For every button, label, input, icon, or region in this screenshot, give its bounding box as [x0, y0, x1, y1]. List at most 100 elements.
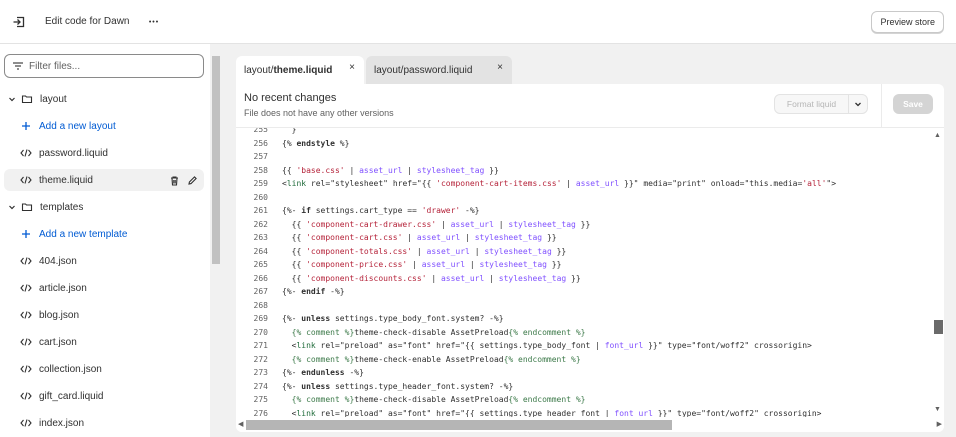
code-text: {%- endif -%} — [282, 287, 345, 297]
line-number: 271 — [253, 341, 268, 351]
line-number: 266 — [253, 273, 268, 283]
chevron-down-icon[interactable] — [7, 95, 17, 103]
file-item[interactable]: theme.liquid — [4, 169, 204, 191]
pencil-icon[interactable] — [187, 175, 198, 186]
code-icon — [18, 175, 34, 185]
add-file-link[interactable]: Add a new layout — [4, 115, 204, 137]
code-line[interactable]: 275 {% comment %}theme-check-disable Ass… — [236, 393, 932, 407]
close-icon[interactable]: × — [497, 62, 503, 73]
code-line[interactable]: 273 {%- endunless -%} — [236, 366, 932, 380]
code-line[interactable]: 256 {% endstyle %} — [236, 137, 932, 151]
scroll-right-icon[interactable]: ▶ — [937, 420, 942, 428]
line-number: 264 — [253, 246, 268, 256]
close-icon[interactable]: × — [349, 62, 355, 73]
file-item[interactable]: 404.json — [4, 250, 204, 272]
exit-button[interactable] — [8, 11, 30, 33]
preview-store-button[interactable]: Preview store — [871, 11, 944, 33]
tree-item-label: Add a new template — [39, 228, 128, 240]
chevron-down-icon[interactable] — [7, 203, 17, 211]
format-liquid-split-button[interactable]: Format liquid — [774, 94, 868, 114]
code-text: {%- unless settings.type_header_font.sys… — [282, 381, 514, 391]
filter-input[interactable] — [29, 60, 189, 72]
file-item[interactable]: collection.json — [4, 358, 204, 380]
horizontal-scroll-thumb[interactable] — [246, 420, 672, 430]
code-line[interactable]: 257 — [236, 150, 932, 164]
code-text: <link rel="stylesheet" href="{{ 'compone… — [282, 179, 837, 189]
line-number: 268 — [253, 300, 268, 310]
code-line[interactable]: 274 {%- unless settings.type_header_font.… — [236, 380, 932, 394]
add-file-link[interactable]: Add a new template — [4, 223, 204, 245]
format-options-button[interactable] — [849, 95, 867, 113]
code-line[interactable]: 261 {%- if settings.cart_type == 'drawer'… — [236, 204, 932, 218]
status-subtitle: File does not have any other versions — [244, 108, 394, 118]
save-button[interactable]: Save — [893, 94, 933, 114]
more-icon: ••• — [148, 18, 160, 26]
code-line[interactable]: 266 {{ 'component-discounts.css' | asset… — [236, 272, 932, 286]
line-number: 267 — [253, 287, 268, 297]
code-text: {% comment %}theme-check-disable AssetPr… — [291, 327, 586, 337]
code-line[interactable]: 255 } — [236, 128, 932, 137]
file-item[interactable]: index.json — [4, 412, 204, 434]
vertical-scrollbar[interactable]: ▲ ▼ — [932, 128, 944, 417]
folder-icon — [19, 93, 35, 105]
tab-theme-liquid[interactable]: layout/theme.liquid × — [236, 56, 364, 84]
divider — [881, 84, 882, 128]
line-number: 255 — [253, 128, 268, 135]
status-title: No recent changes — [244, 92, 337, 104]
code-line[interactable]: 258 {{ 'base.css' | asset_url | styleshee… — [236, 164, 932, 178]
line-number: 259 — [253, 179, 268, 189]
exit-icon — [13, 16, 25, 28]
code-line[interactable]: 263 {{ 'component-cart.css' | asset_url … — [236, 231, 932, 245]
code-line[interactable]: 259 <link rel="stylesheet" href="{{ 'comp… — [236, 177, 932, 191]
code-line[interactable]: 265 {{ 'component-price.css' | asset_url… — [236, 258, 932, 272]
file-item[interactable]: password.liquid — [4, 142, 204, 164]
app-title: Edit code for Dawn — [45, 16, 130, 27]
horizontal-scrollbar[interactable]: ◀ ▶ — [236, 417, 944, 432]
tab-password-liquid[interactable]: layout/password.liquid × — [366, 56, 512, 84]
code-line[interactable]: 264 {{ 'component-totals.css' | asset_ur… — [236, 245, 932, 259]
file-item[interactable]: gift_card.liquid — [4, 385, 204, 407]
line-number: 262 — [253, 219, 268, 229]
code-text: {%- endunless -%} — [282, 368, 364, 378]
line-number: 257 — [253, 152, 268, 162]
scroll-left-icon[interactable]: ◀ — [238, 420, 243, 428]
code-line[interactable]: 262 {{ 'component-cart-drawer.css' | ass… — [236, 218, 932, 232]
code-line[interactable]: 260 — [236, 191, 932, 205]
folder-templates[interactable]: templates — [4, 196, 204, 218]
tab-label: theme.liquid — [273, 64, 333, 76]
vertical-scroll-thumb[interactable] — [934, 320, 943, 334]
more-actions-button[interactable]: ••• — [145, 12, 163, 32]
sidebar-scroll-thumb[interactable] — [212, 56, 220, 264]
tree-item-label: 404.json — [39, 255, 77, 267]
filter-icon — [13, 62, 23, 70]
format-liquid-button[interactable]: Format liquid — [775, 95, 849, 113]
code-icon — [18, 418, 34, 428]
code-icon — [18, 337, 34, 347]
file-item[interactable]: article.json — [4, 277, 204, 299]
code-line[interactable]: 276 <link rel="preload" as="font" href="… — [236, 407, 932, 417]
line-number: 273 — [253, 368, 268, 378]
folder-layout[interactable]: layout — [4, 88, 204, 110]
code-line[interactable]: 271 <link rel="preload" as="font" href="… — [236, 339, 932, 353]
code-line[interactable]: 272 {% comment %}theme-check-enable Asse… — [236, 353, 932, 367]
file-item[interactable]: cart.json — [4, 331, 204, 353]
code-icon — [18, 148, 34, 158]
trash-icon[interactable] — [169, 175, 180, 186]
code-text: {% comment %}theme-check-enable AssetPre… — [291, 354, 581, 364]
code-line[interactable]: 268 — [236, 299, 932, 313]
code-area[interactable]: 255 } 256 {% endstyle %} 257 258{{ 'base.css… — [236, 128, 932, 417]
scroll-down-icon[interactable]: ▼ — [934, 406, 941, 413]
tree-item-label: templates — [40, 201, 84, 213]
code-line[interactable]: 269 {%- unless settings.type_body_font.sy… — [236, 312, 932, 326]
editor-pane: layout/theme.liquid × layout/password.li… — [222, 44, 956, 437]
code-line[interactable]: 267 {%- endif -%} — [236, 285, 932, 299]
code-line[interactable]: 270 {% comment %}theme-check-disable Ass… — [236, 326, 932, 340]
sidebar-scrollbar[interactable] — [210, 44, 222, 437]
tab-bar: layout/theme.liquid × layout/password.li… — [236, 56, 514, 84]
scroll-up-icon[interactable]: ▲ — [934, 132, 941, 139]
file-item[interactable]: blog.json — [4, 304, 204, 326]
folder-icon — [19, 201, 35, 213]
code-text: {{ 'component-cart-drawer.css' | asset_u… — [282, 219, 591, 229]
tree-item-label: blog.json — [39, 309, 80, 321]
filter-box[interactable] — [4, 54, 204, 78]
